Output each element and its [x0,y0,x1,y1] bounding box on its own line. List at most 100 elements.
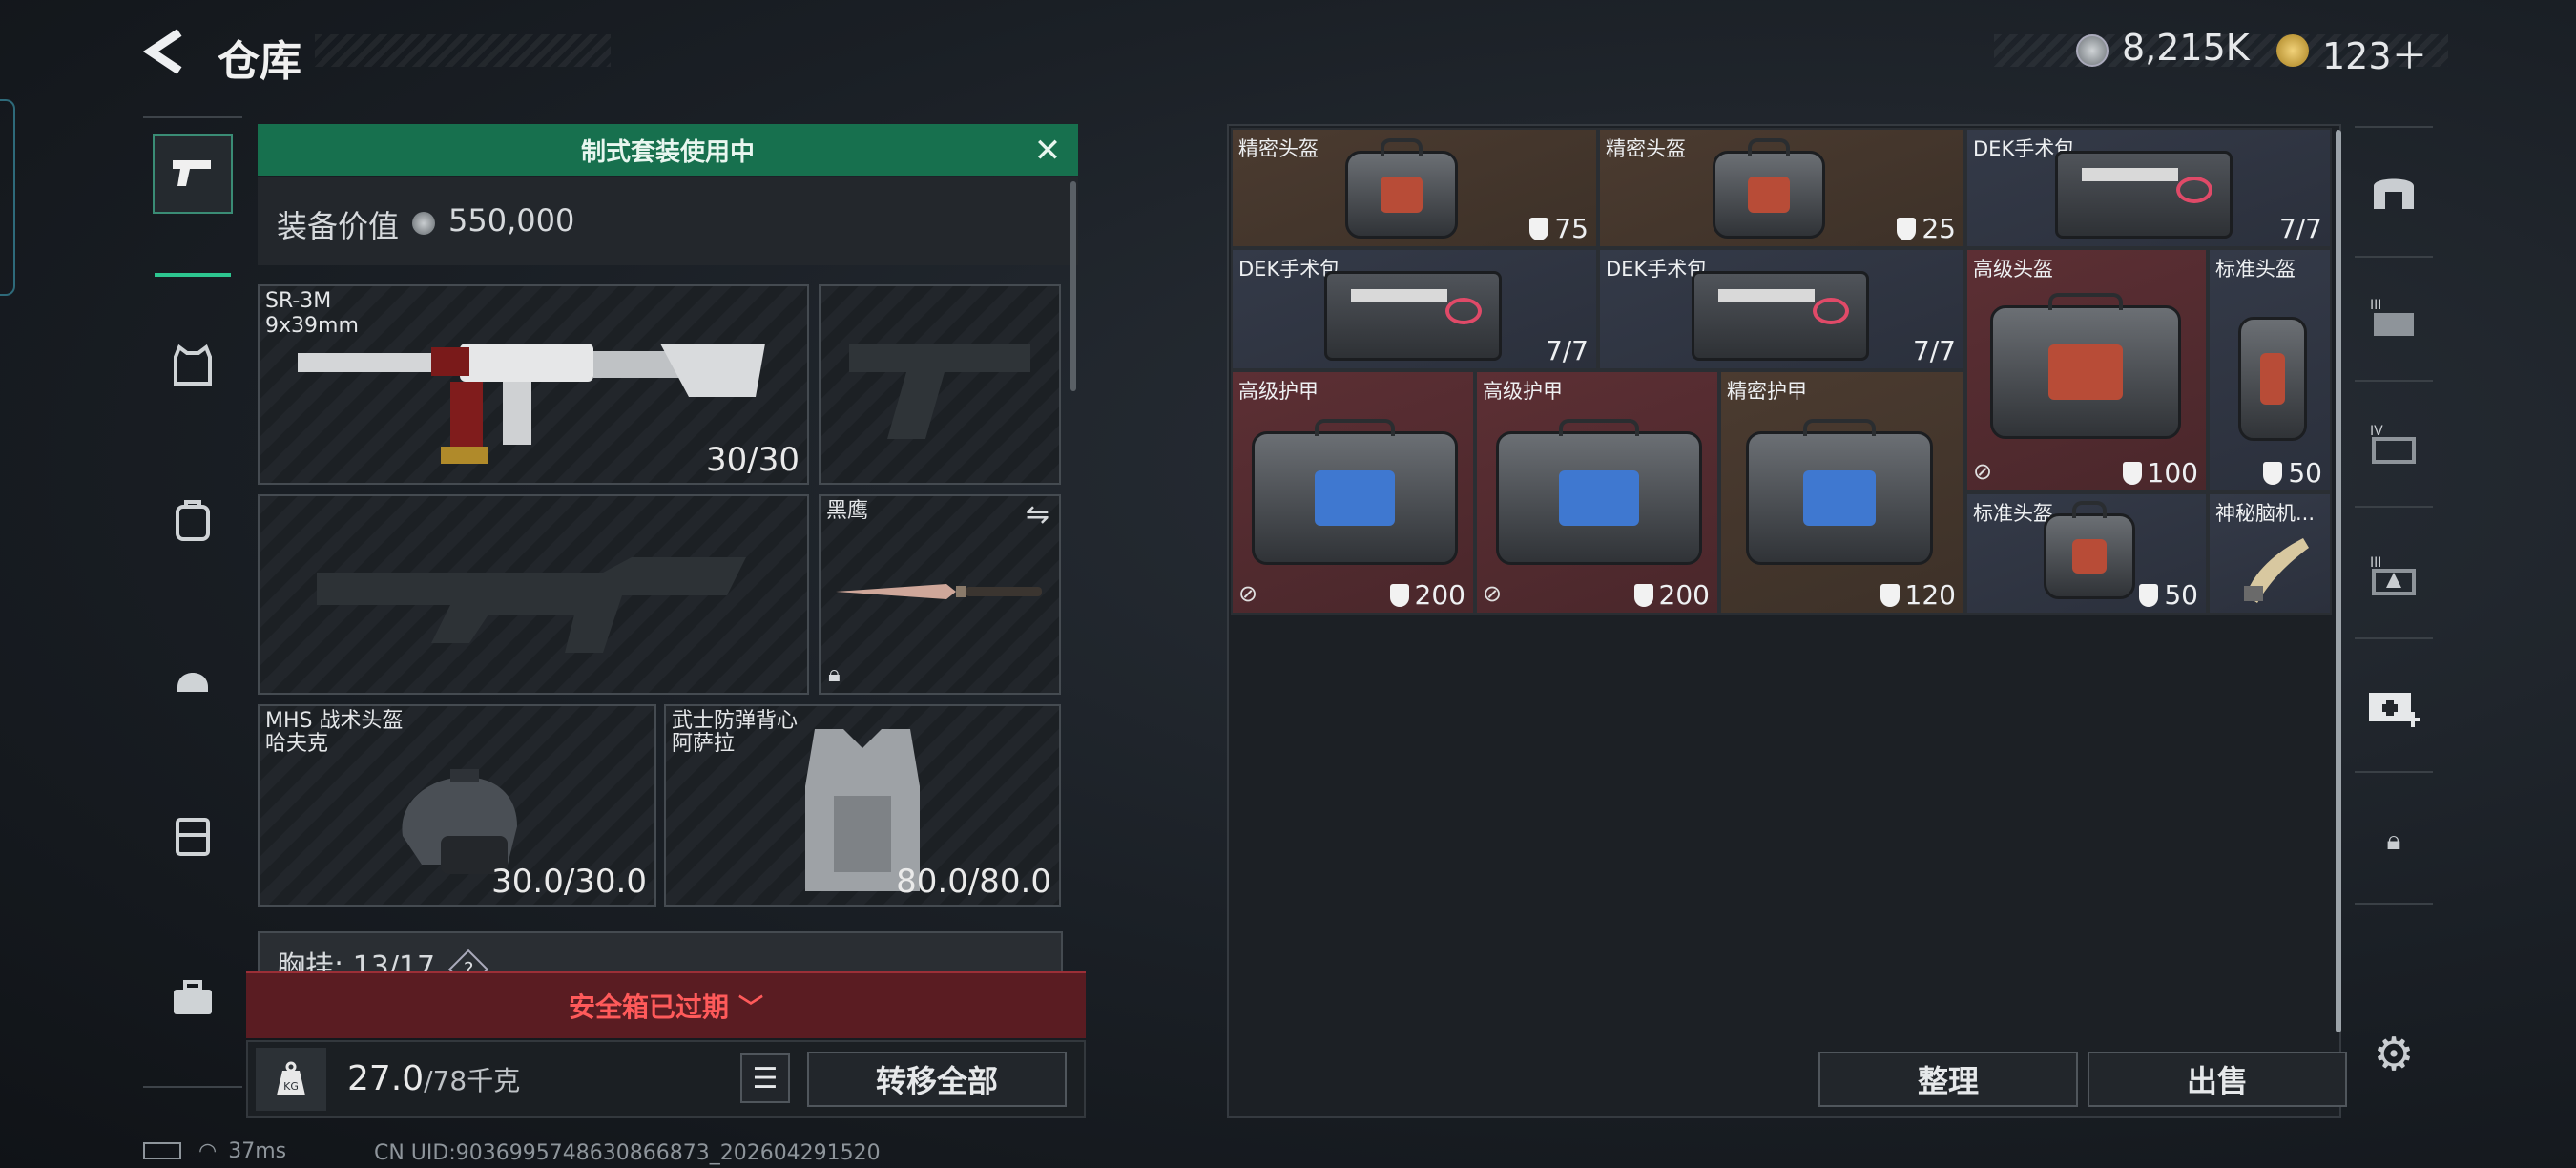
storage-item[interactable]: 精密头盔 25 [1598,128,1965,248]
silver-coin-icon [2076,34,2109,67]
bag-image [2044,501,2135,599]
back-arrow-icon[interactable] [143,27,187,76]
swap-icon[interactable]: ⇋ [1026,498,1049,532]
svg-text:III: III [2370,555,2381,571]
nav-chest-rig-tab[interactable] [153,796,233,876]
shield-icon [1389,584,1409,607]
vest-slot[interactable]: 武士防弹背心 阿萨拉 80.0/80.0 [664,704,1061,907]
storage-scrollbar[interactable] [2336,130,2341,1032]
item-name: 高级护甲 [1483,380,1563,403]
knife-image [836,584,1042,599]
side-edge-tab[interactable] [0,99,15,296]
weight-icon: KG [256,1048,326,1111]
storage-item[interactable]: 高级护甲 ⊘ 200 [1231,370,1475,615]
loadout-banner: 制式套装使用中 [258,124,1078,176]
chest-rig-icon [176,818,210,856]
broken-icon: ⊘ [1483,580,1503,607]
currency-silver: 8,215K [2122,27,2250,69]
vest-durability: 80.0/80.0 [896,863,1051,901]
equipment-value: 550,000 [448,202,575,239]
broken-icon: ⊘ [1973,458,1993,485]
storage-item[interactable]: 高级护甲 ⊘ 200 [1475,370,1719,615]
item-value: 100 [2122,457,2198,489]
item-name: 神秘脑机... [2215,502,2316,525]
close-icon[interactable]: ✕ [1030,134,1065,168]
nav-toolbox-tab[interactable] [153,958,233,1038]
storage-item[interactable]: 精密头盔 75 [1231,128,1598,248]
item-name: 精密头盔 [1606,137,1686,160]
melee-name: 黑鹰 [826,499,869,523]
pistol-slot[interactable] [819,284,1061,485]
storage-tab-3[interactable]: III [2355,279,2433,357]
nav-helmet-tab[interactable] [153,637,233,718]
storage-tab-main[interactable] [2355,153,2433,231]
storage-tab-4[interactable]: IV [2355,405,2433,483]
storage-item[interactable]: 标准头盔 50 [1965,492,2208,615]
settings-button[interactable]: ⚙ [2355,1015,2433,1094]
sell-button[interactable]: 出售 [2088,1052,2347,1107]
equipment-value-label: 装备价值 [277,208,400,244]
pistol-silhouette-icon [849,344,1030,439]
item-value-text: 50 [2288,457,2322,489]
right-divider [2355,126,2433,128]
shield-icon [2122,462,2142,485]
right-divider [2355,380,2433,382]
storage-tab-medical[interactable] [2355,668,2433,746]
nav-weapons-tab[interactable] [153,134,233,214]
secondary-weapon-slot[interactable] [258,494,809,695]
nav-backpack-tab[interactable] [153,481,233,561]
archway-icon [2374,178,2414,209]
helmet-icon [177,673,208,692]
item-name: 标准头盔 [2215,258,2296,281]
safebox-status: 安全箱已过期 [568,991,729,1023]
pistol-icon [173,160,211,186]
page-title: 仓库 [218,37,301,86]
lock-icon: 🔒︎ [828,660,841,687]
loadout-scrollbar[interactable] [1070,181,1076,391]
storage-item[interactable]: DEK手术包 7/7 [1965,128,2332,248]
bag-image [2238,317,2307,441]
silver-coin-icon [412,212,435,235]
shield-icon [1633,584,1653,607]
item-value: 25 [1897,213,1956,244]
medical-case-icon [2369,693,2420,727]
right-divider [2355,771,2433,773]
item-value: 7/7 [1545,335,1589,366]
primary-weapon-slot[interactable]: SR-3M 9x39mm 30/30 [258,284,809,485]
nav-armor-tab[interactable] [153,324,233,405]
vest-brand: 阿萨拉 [672,732,736,756]
storage-item[interactable]: 神秘脑机... [2208,492,2332,615]
item-value-text: 200 [1414,579,1465,611]
lock-icon: 🔒︎ [2386,824,2401,856]
storage-item[interactable]: 标准头盔 50 [2208,248,2332,492]
list-view-button[interactable]: ☰ [740,1053,790,1103]
storage-item[interactable]: DEK手术包 7/7 [1231,248,1598,370]
medkit-image [2055,151,2233,239]
item-value: 75 [1529,213,1589,244]
storage-iv-icon: IV [2370,424,2416,464]
carry-weight-unit: /78千克 [424,1065,521,1096]
storage-item[interactable]: DEK手术包 7/7 [1598,248,1965,370]
helmet-durability: 30.0/30.0 [491,863,647,901]
storage-iii-icon: III [2370,298,2414,336]
sort-button[interactable]: 整理 [1818,1052,2078,1107]
weight-icon-label: KG [283,1080,299,1093]
locked-tab[interactable]: 🔒︎ [2355,802,2433,880]
helmet-slot[interactable]: MHS 战术头盔 哈夫克 30.0/30.0 [258,704,656,907]
item-value: 50 [2263,457,2322,489]
shield-icon [1880,584,1900,607]
storage-item[interactable]: 精密护甲 120 [1719,370,1965,615]
item-value-text: 120 [1904,579,1956,611]
transfer-all-button[interactable]: 转移全部 [807,1052,1067,1107]
storage-tab-5[interactable]: III [2355,536,2433,615]
melee-slot[interactable]: 黑鹰 ⇋ 🔒︎ [819,494,1061,695]
storage-item[interactable]: 高级头盔 ⊘ 100 [1965,248,2208,492]
item-value-text: 25 [1922,213,1956,244]
title-strip [315,34,611,67]
currency-gold[interactable]: 123＋ [2322,27,2428,79]
item-name: 精密护甲 [1727,380,1807,403]
carry-weight-value: 27.0 [347,1059,425,1098]
item-name: 标准头盔 [1973,502,2053,525]
ping: 37ms [228,1139,287,1163]
safebox-expired-bar[interactable]: 安全箱已过期 ﹀ [246,971,1086,1038]
